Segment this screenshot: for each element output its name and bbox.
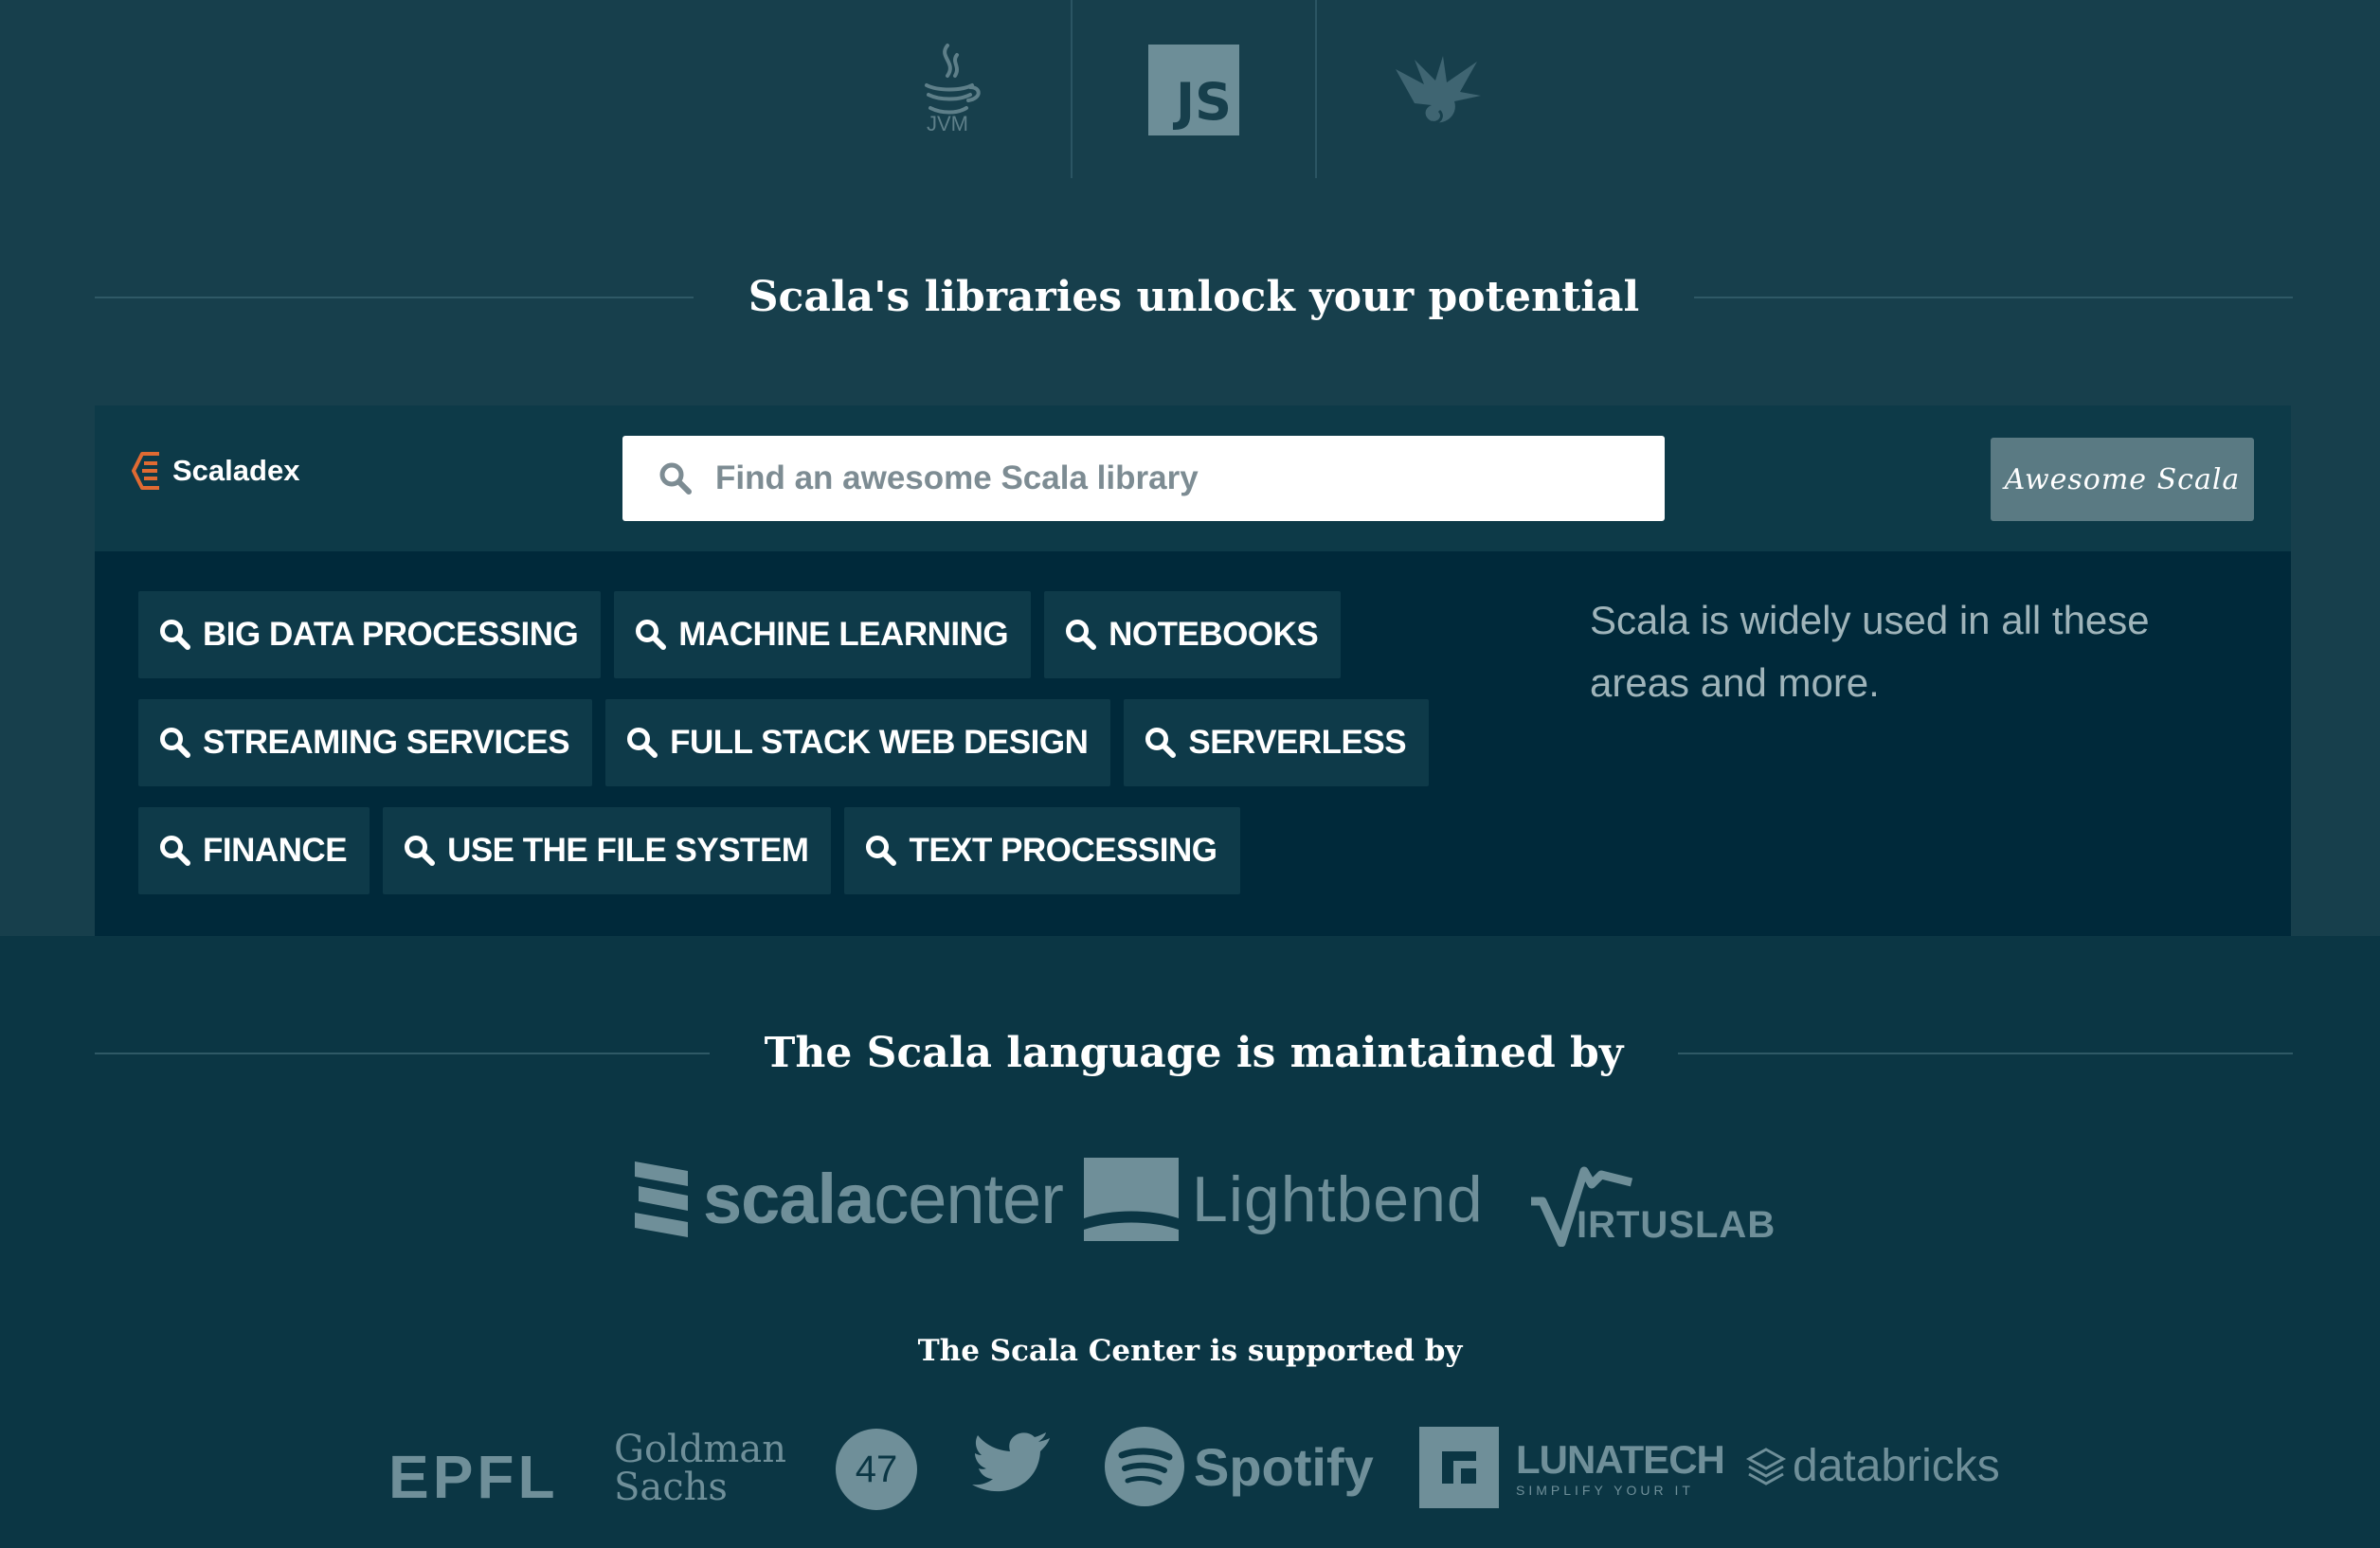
search-icon — [636, 620, 667, 650]
area-tag-streaming-services[interactable]: STREAMING SERVICES — [138, 699, 593, 786]
platforms-and-libraries-section: JVM JS Scala's libraries unlock your pot… — [0, 0, 2380, 936]
heading-rule-right — [1678, 1052, 2293, 1054]
llvm-dragon-icon — [1396, 56, 1481, 124]
area-tag-label: USE THE FILE SYSTEM — [447, 832, 809, 869]
scalacenter-mark-icon — [635, 1161, 688, 1237]
lunatech-logo-link[interactable]: LUNATECH SIMPLIFY YOUR IT — [1419, 1427, 1725, 1508]
scaladex-search-bar: Scaladex Awesome Scala — [95, 405, 2291, 551]
area-tag-label: FINANCE — [203, 832, 348, 869]
library-search-input[interactable] — [713, 459, 1627, 498]
area-tag-machine-learning[interactable]: MACHINE LEARNING — [614, 591, 1032, 678]
spotify-logo-link[interactable]: Spotify — [1105, 1427, 1374, 1506]
lightbend-mark-icon — [1084, 1158, 1179, 1241]
scaladex-logo-link[interactable]: Scaladex — [131, 451, 299, 491]
scaladex-name: Scaladex — [172, 454, 300, 487]
maintainers-heading: The Scala language is maintained by — [764, 1029, 1624, 1077]
spotify-icon — [1105, 1427, 1184, 1506]
scalacenter-light-text: center — [874, 1159, 1064, 1238]
twitter-logo-link[interactable] — [972, 1431, 1052, 1499]
area-tag-label: MACHINE LEARNING — [678, 616, 1009, 653]
goldman-sachs-logo-link[interactable]: Goldman Sachs — [614, 1431, 786, 1506]
search-icon — [627, 728, 658, 758]
tag-row: STREAMING SERVICES FULL STACK WEB DESIGN S… — [138, 699, 1465, 786]
epfl-logo-link[interactable]: EPFL — [388, 1442, 559, 1512]
goldman-text: Goldman — [614, 1428, 786, 1471]
databricks-text: databricks — [1793, 1441, 2000, 1491]
virtuslab-logo-link[interactable]: IRTUSLAB — [1529, 1163, 1776, 1247]
heading-rule-left — [95, 296, 694, 298]
awesome-scala-button[interactable]: Awesome Scala — [1991, 438, 2254, 521]
scalacenter-bold-text: scala — [703, 1159, 874, 1238]
library-areas: BIG DATA PROCESSING MACHINE LEARNING NOTEB… — [95, 551, 2291, 936]
search-icon — [659, 462, 692, 495]
tag-row: BIG DATA PROCESSING MACHINE LEARNING NOTEB… — [138, 591, 1465, 678]
area-tag-label: BIG DATA PROCESSING — [203, 616, 579, 653]
js-label: JS — [1176, 72, 1232, 132]
jvm-label: JVM — [927, 112, 968, 135]
lightbend-text: Lightbend — [1192, 1163, 1484, 1235]
libraries-heading: Scala's libraries unlock your potential — [748, 273, 1640, 321]
area-tag-finance[interactable]: FINANCE — [138, 807, 370, 894]
lunatech-mark-icon — [1419, 1427, 1499, 1508]
search-icon — [160, 728, 190, 758]
area-tag-use-the-file-system[interactable]: USE THE FILE SYSTEM — [383, 807, 832, 894]
search-icon — [1145, 728, 1177, 758]
supporters-heading: The Scala Center is supported by — [917, 1334, 1463, 1368]
databricks-logo-link[interactable]: databricks — [1745, 1440, 2000, 1492]
platform-selector: JVM JS — [0, 0, 2380, 180]
search-icon — [405, 836, 436, 866]
search-icon — [160, 620, 190, 650]
area-tag-notebooks[interactable]: NOTEBOOKS — [1044, 591, 1342, 678]
area-tag-full-stack-web-design[interactable]: FULL STACK WEB DESIGN — [605, 699, 1111, 786]
area-tag-label: TEXT PROCESSING — [909, 832, 1217, 869]
platform-jvm-tab[interactable]: JVM — [826, 0, 1069, 180]
fortyseven-logo-link[interactable]: 47 — [836, 1429, 917, 1510]
area-tag-label: FULL STACK WEB DESIGN — [670, 724, 1089, 761]
javascript-logo-icon: JS — [1148, 45, 1239, 135]
area-tag-label: NOTEBOOKS — [1109, 616, 1319, 653]
twitter-bird-icon — [972, 1432, 1050, 1492]
heading-rule-left — [95, 1052, 710, 1054]
scalacenter-logo-link[interactable]: scala center — [633, 1158, 1064, 1239]
virtuslab-text: IRTUSLAB — [1577, 1203, 1776, 1246]
heading-rule-right — [1694, 296, 2293, 298]
fortyseven-text: 47 — [855, 1448, 898, 1490]
platform-native-tab[interactable] — [1317, 0, 1560, 180]
lunatech-tagline: SIMPLIFY YOUR IT — [1516, 1483, 1694, 1498]
spotify-text: Spotify — [1194, 1436, 1374, 1497]
areas-description: Scala is widely used in all these areas … — [1590, 598, 2150, 705]
search-icon — [160, 836, 190, 866]
libraries-heading-row: Scala's libraries unlock your potential — [95, 273, 2293, 321]
library-search-box[interactable] — [622, 436, 1665, 521]
area-tag-label: SERVERLESS — [1188, 724, 1407, 761]
sachs-text: Sachs — [614, 1466, 728, 1509]
scaladex-panel: Scaladex Awesome Scala BIG DATA PROCESSI… — [95, 405, 2291, 936]
maintainer-logos: scala center Lightbend IRTUSLAB — [0, 1158, 2380, 1252]
tag-row: FINANCE USE THE FILE SYSTEM TEXT PROCESSIN… — [138, 807, 1465, 894]
area-tag-serverless[interactable]: SERVERLESS — [1124, 699, 1430, 786]
epfl-text: EPFL — [388, 1443, 559, 1511]
databricks-stack-icon — [1745, 1447, 1787, 1485]
lunatech-text: LUNATECH — [1516, 1437, 1725, 1482]
scaladex-logo-icon — [132, 452, 159, 490]
area-tag-text-processing[interactable]: TEXT PROCESSING — [844, 807, 1240, 894]
area-tag-label: STREAMING SERVICES — [203, 724, 570, 761]
area-tag-big-data-processing[interactable]: BIG DATA PROCESSING — [138, 591, 602, 678]
area-tags: BIG DATA PROCESSING MACHINE LEARNING NOTEB… — [138, 591, 1465, 915]
lightbend-logo-link[interactable]: Lightbend — [1084, 1158, 1484, 1241]
platform-js-tab[interactable]: JS — [1073, 0, 1315, 180]
search-icon — [1066, 620, 1097, 650]
maintainers-heading-row: The Scala language is maintained by — [95, 1029, 2293, 1077]
search-icon — [866, 836, 897, 866]
